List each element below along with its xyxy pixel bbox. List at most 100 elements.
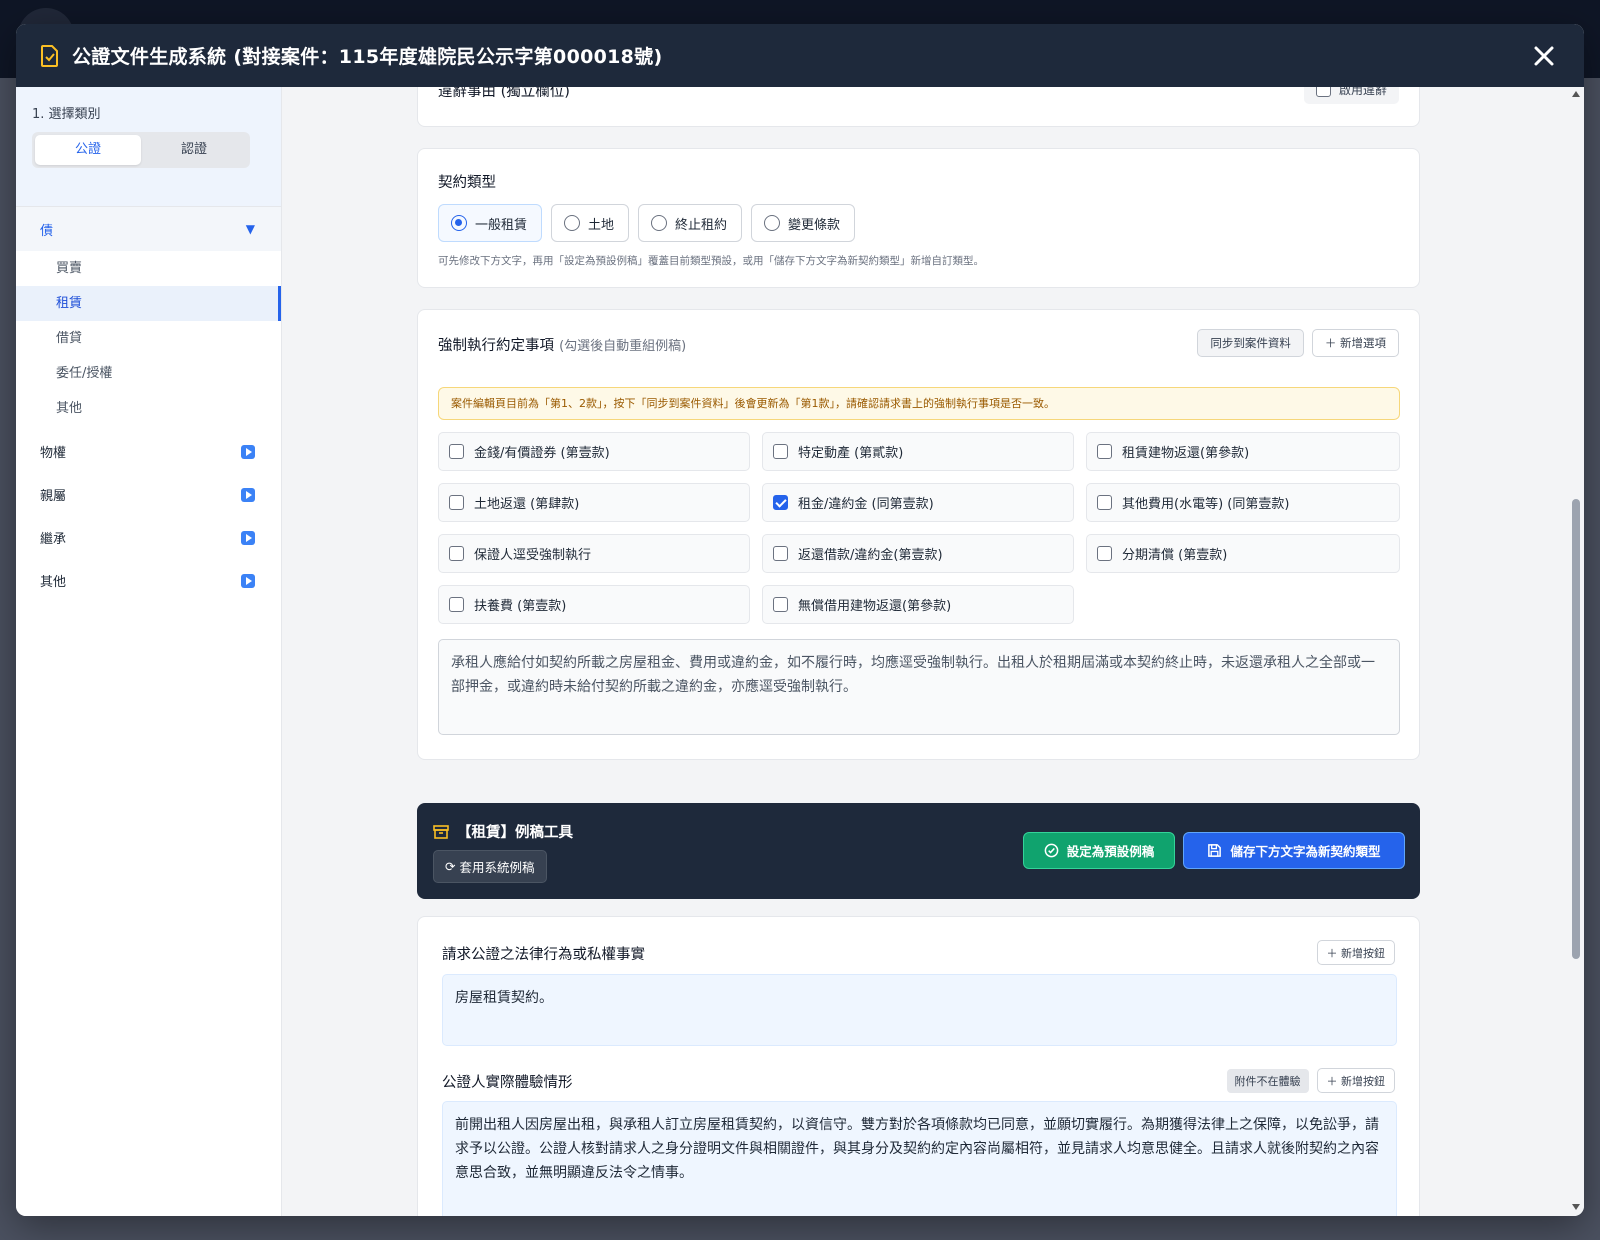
enforcement-option[interactable]: 扶養費 (第壹款) [438,585,750,624]
enforcement-header: 強制執行約定事項 (勾選後自動重組例稿) [438,334,686,355]
sidebar-item-debt-other[interactable]: 其他 [16,391,281,426]
add-snippet-button[interactable]: ＋ 新增按鈕 [1316,940,1395,965]
button-label: 設定為預設例稿 [1066,844,1155,859]
tab-notarization[interactable]: 公證 [35,135,141,165]
checkbox[interactable] [449,546,464,561]
radio-selected[interactable] [451,215,467,231]
enforcement-card: 強制執行約定事項 (勾選後自動重組例稿) 同步到案件資料 ＋ 新增選項 案件編輯… [417,309,1420,760]
category-inheritance[interactable]: 繼承 [16,516,281,559]
step-label: 1. 選擇類別 [32,107,101,122]
enforcement-option[interactable]: 特定動產 (第貳款) [762,432,1074,471]
set-default-template-button[interactable]: 設定為預設例稿 [1023,832,1175,869]
option-amend-terms[interactable]: 變更條款 [751,204,856,242]
category-debt[interactable]: 債 ▼ [16,207,281,251]
exclusion-card: 違辭事由 (獨立欄位) 啟用違辭 [417,87,1420,127]
option-label: 扶養費 (第壹款) [474,599,567,614]
sidebar-item-mandate[interactable]: 委任/授權 [16,356,281,391]
category-property-rights[interactable]: 物權 [16,430,281,473]
checkbox[interactable] [449,597,464,612]
option-label: 其他費用(水電等) (同第壹款) [1122,497,1290,512]
enforcement-option[interactable]: 保證人逕受強制執行 [438,534,750,573]
expand-icon [241,487,255,502]
option-land[interactable]: 土地 [551,204,630,242]
checkbox[interactable] [1097,546,1112,561]
category-label: 債 [40,223,54,239]
enforcement-text[interactable]: 承租人應給付如契約所載之房屋租金、費用或違約金，如不履行時，均應逕受強制執行。出… [438,639,1400,735]
check-circle-icon [1044,843,1059,858]
sidebar-item-sale[interactable]: 買賣 [16,251,281,286]
notary-experience-text[interactable]: 前開出租人因房屋出租，與承租人訂立房屋租賃契約，以資信守。雙方對於各項條款均已同… [442,1101,1397,1216]
button-label: 套用系統例稿 [459,860,535,875]
enforcement-options: 金錢/有價證券 (第壹款) 特定動產 (第貳款) 租賃建物返還(第參款) 土地返… [438,432,1400,624]
option-general-lease[interactable]: 一般租賃 [438,204,543,242]
enforcement-option[interactable]: 土地返還 (第肆款) [438,483,750,522]
exclusion-label: 違辭事由 (獨立欄位) [438,87,570,100]
radio[interactable] [764,215,781,231]
exclusion-toggle[interactable]: 啟用違辭 [1303,87,1399,104]
expand-icon [241,573,255,588]
add-snippet-button[interactable]: ＋ 新增按鈕 [1316,1068,1395,1093]
notary-experience-actions: 附件不在體驗 ＋ 新增按鈕 [1226,1068,1395,1093]
checkbox[interactable] [1097,495,1112,510]
contract-type-card: 契約類型 一般租賃 土地 終止租約 變更條款 可先修改下方文字，再用「設定為預設… [417,148,1420,288]
checkbox[interactable] [449,495,464,510]
enforcement-option[interactable]: 分期清償 (第壹款) [1086,534,1400,573]
enforcement-option[interactable]: 返還借款/違約金(第壹款) [762,534,1074,573]
option-label: 終止租約 [675,217,728,233]
enforcement-title: 強制執行約定事項 [438,338,554,354]
checkbox[interactable] [773,546,788,561]
radio[interactable] [651,215,668,231]
type-toggle: 公證 認證 [32,132,250,168]
enforcement-option[interactable]: 租賃建物返還(第參款) [1086,432,1400,471]
save-icon [1208,844,1222,857]
main-content: 違辭事由 (獨立欄位) 啟用違辭 契約類型 一般租賃 土地 終止租約 變更條款 … [282,87,1568,1216]
option-label: 特定動產 (第貳款) [798,446,904,461]
option-label: 返還借款/違約金(第壹款) [798,548,943,563]
scroll-down-arrow-icon[interactable] [1572,1204,1580,1210]
option-label: 一般租賃 [475,217,528,233]
option-terminate-lease[interactable]: 終止租約 [638,204,743,242]
facts-card: 請求公證之法律行為或私權事實 ＋ 新增按鈕 房屋租賃契約。 公證人實際體驗情形 … [417,916,1420,1216]
checkbox[interactable] [449,444,464,459]
category-label: 繼承 [40,532,67,547]
radio[interactable] [564,215,581,231]
category-other[interactable]: 其他 [16,559,281,602]
option-label: 土地 [588,217,615,233]
close-icon[interactable] [1530,42,1558,70]
document-check-icon [41,44,58,67]
apply-system-template-button[interactable]: ⟳ 套用系統例稿 [433,850,547,883]
scroll-up-arrow-icon[interactable] [1572,91,1580,97]
enforcement-actions: 同步到案件資料 ＋ 新增選項 [1197,329,1399,357]
contract-type-options: 一般租賃 土地 終止租約 變更條款 [438,204,864,242]
category-label: 其他 [40,575,67,590]
exclusion-checkbox[interactable] [1315,87,1331,97]
content-scrollbar[interactable] [1568,87,1584,1216]
sidebar-item-lease[interactable]: 租賃 [16,286,281,321]
template-tools-title: 【租賃】例稿工具 [457,825,573,841]
category-family[interactable]: 親屬 [16,473,281,516]
attachment-badge[interactable]: 附件不在體驗 [1226,1068,1309,1093]
contract-type-title: 契約類型 [438,175,496,191]
checkbox-checked[interactable] [773,495,788,510]
scroll-thumb[interactable] [1572,499,1580,959]
option-label: 租金/違約金 (同第壹款) [798,497,934,512]
sync-case-button[interactable]: 同步到案件資料 [1197,329,1304,357]
button-label: 儲存下方文字為新契約類型 [1230,844,1381,859]
enforcement-option[interactable]: 其他費用(水電等) (同第壹款) [1086,483,1400,522]
option-label: 變更條款 [788,217,841,233]
tab-certification[interactable]: 認證 [141,135,247,165]
checkbox[interactable] [773,444,788,459]
enforcement-option[interactable]: 金錢/有價證券 (第壹款) [438,432,750,471]
enforcement-option[interactable]: 租金/違約金 (同第壹款) [762,483,1074,522]
checkbox[interactable] [1097,444,1112,459]
legal-act-text[interactable]: 房屋租賃契約。 [442,974,1397,1046]
category-label: 物權 [40,446,67,461]
add-option-button[interactable]: ＋ 新增選項 [1311,329,1399,357]
legal-act-title: 請求公證之法律行為或私權事實 [442,947,645,963]
category-label: 親屬 [40,489,67,504]
sidebar-item-loan[interactable]: 借貸 [16,321,281,356]
checkbox[interactable] [773,597,788,612]
enforcement-option[interactable]: 無償借用建物返還(第參款) [762,585,1074,624]
save-new-contract-type-button[interactable]: 儲存下方文字為新契約類型 [1183,832,1405,869]
expand-icon [241,530,255,545]
